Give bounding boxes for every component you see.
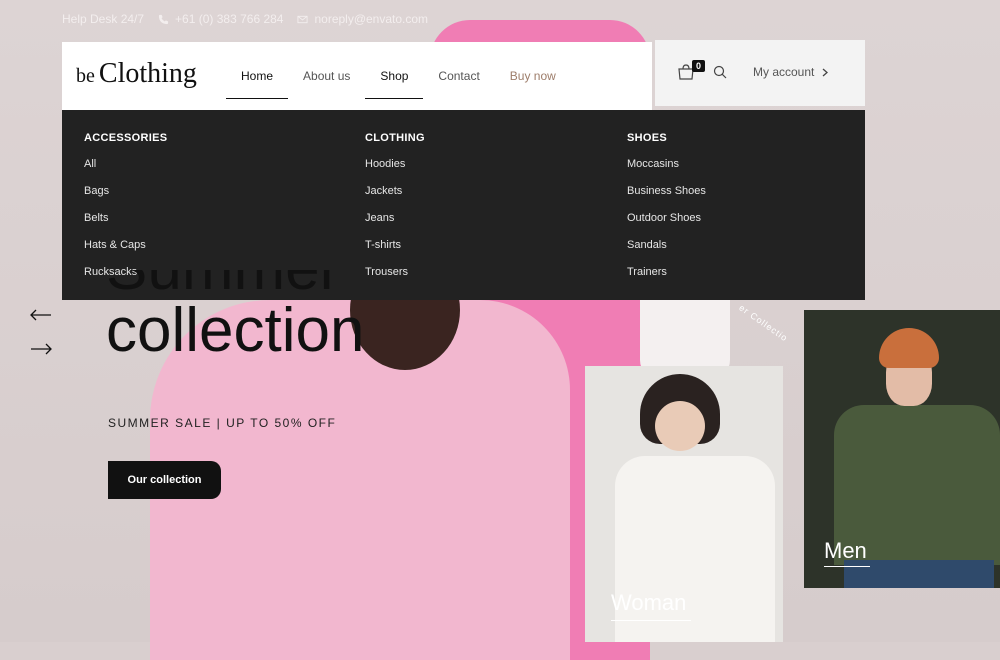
menu-item[interactable]: Bags (84, 185, 167, 212)
menu-item[interactable]: T-shirts (365, 239, 425, 266)
hero-title-line2: collection (106, 296, 365, 365)
menu-item[interactable]: Trainers (627, 266, 706, 293)
men-photo-hair (879, 328, 939, 368)
hero-title-line1: Summer (106, 270, 340, 300)
phone-icon (158, 14, 169, 24)
search-icon[interactable] (713, 65, 727, 79)
nav-buy-now[interactable]: Buy now (495, 69, 571, 83)
logo-name: Clothing (98, 58, 197, 89)
menu-item[interactable]: Trousers (365, 266, 425, 293)
header-actions: 0 My account (655, 40, 865, 106)
arrow-left-icon[interactable] (30, 309, 52, 321)
menu-item[interactable]: All (84, 158, 167, 185)
menu-item[interactable]: Business Shoes (627, 185, 706, 212)
menu-item[interactable]: Jackets (365, 185, 425, 212)
men-photo-jeans (844, 560, 994, 588)
our-collection-button[interactable]: Our collection (108, 461, 221, 499)
woman-photo-face (655, 401, 705, 451)
menu-item[interactable]: Jeans (365, 212, 425, 239)
card-underline (824, 566, 870, 567)
nav-contact[interactable]: Contact (423, 69, 494, 83)
menu-heading[interactable]: SHOES (627, 132, 706, 144)
envelope-icon (297, 15, 309, 23)
phone-number: +61 (0) 383 766 284 (175, 12, 284, 26)
nav-shop[interactable]: Shop (365, 69, 424, 99)
main-nav: Home About us Shop Contact Buy now (226, 69, 571, 99)
card-underline (611, 620, 691, 621)
menu-column-accessories: ACCESSORIES All Bags Belts Hats & Caps R… (84, 132, 167, 293)
nav-about-us[interactable]: About us (288, 69, 365, 83)
logo-prefix: be (76, 65, 95, 87)
menu-item[interactable]: Hats & Caps (84, 239, 167, 266)
menu-item[interactable]: Sandals (627, 239, 706, 266)
my-account-label: My account (753, 65, 815, 79)
my-account-link[interactable]: My account (753, 65, 829, 79)
hero-title: Summer collection (106, 270, 364, 362)
menu-item[interactable]: Belts (84, 212, 167, 239)
category-card-woman[interactable]: Woman (585, 366, 783, 642)
email-address: noreply@envato.com (314, 12, 429, 26)
site-header: be Clothing Home About us Shop Contact B… (62, 42, 652, 110)
helpdesk-text: Help Desk 24/7 (62, 12, 145, 26)
category-card-men[interactable]: Men (804, 310, 1000, 588)
menu-column-clothing: CLOTHING Hoodies Jackets Jeans T-shirts … (365, 132, 425, 293)
card-label-men: Men (824, 538, 867, 563)
menu-heading[interactable]: ACCESSORIES (84, 132, 167, 144)
nav-home[interactable]: Home (226, 69, 289, 99)
menu-column-shoes: SHOES Moccasins Business Shoes Outdoor S… (627, 132, 706, 293)
hero-subtitle: SUMMER SALE | UP TO 50% OFF (108, 416, 337, 430)
card-label-woman: Woman (611, 590, 687, 615)
arrow-right-icon[interactable] (30, 343, 52, 355)
menu-item[interactable]: Moccasins (627, 158, 706, 185)
cart-count-badge: 0 (692, 60, 705, 72)
email-contact[interactable]: noreply@envato.com (297, 12, 428, 26)
hero-title-line1-wrap: Summer (106, 270, 364, 300)
phone-contact[interactable]: +61 (0) 383 766 284 (158, 12, 283, 26)
menu-item[interactable]: Hoodies (365, 158, 425, 185)
chevron-right-icon (822, 68, 829, 76)
site-logo[interactable]: be Clothing (76, 58, 197, 90)
menu-heading[interactable]: CLOTHING (365, 132, 425, 144)
topbar: Help Desk 24/7 +61 (0) 383 766 284 norep… (62, 12, 428, 26)
menu-item[interactable]: Outdoor Shoes (627, 212, 706, 239)
